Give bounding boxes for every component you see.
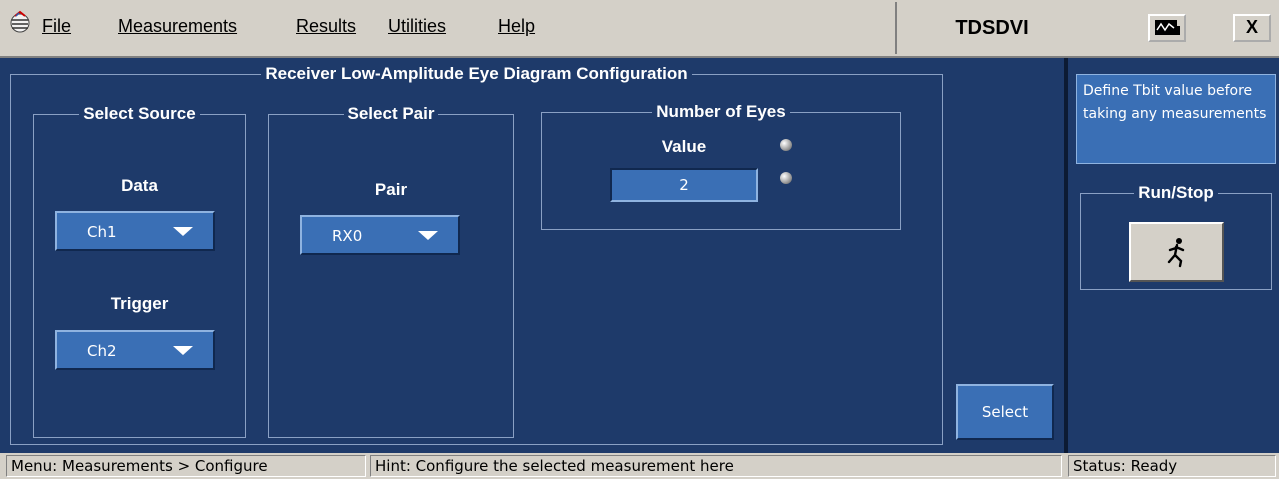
- eyes-value-field[interactable]: 2: [610, 168, 758, 202]
- chevron-down-icon: [418, 231, 438, 240]
- close-button[interactable]: X: [1233, 14, 1271, 42]
- waveform-icon: [1155, 20, 1180, 35]
- select-pair-title: Select Pair: [343, 104, 439, 123]
- data-source-dropdown[interactable]: Ch1: [55, 211, 215, 251]
- trigger-source-dropdown[interactable]: Ch2: [55, 330, 215, 370]
- menu-measurements[interactable]: Measurements: [118, 16, 237, 37]
- running-man-icon: [1167, 238, 1185, 268]
- select-source-group: Select Source: [33, 104, 246, 438]
- configuration-panel: Receiver Low-Amplitude Eye Diagram Confi…: [0, 58, 1064, 453]
- trigger-label: Trigger: [110, 294, 169, 313]
- status-bar: Menu: Measurements > Configure Hint: Con…: [0, 453, 1279, 479]
- app-logo-icon: [10, 10, 30, 33]
- app-title-text: TDSDVI: [955, 16, 1029, 39]
- data-label: Data: [121, 176, 158, 195]
- run-stop-title: Run/Stop: [1134, 183, 1218, 202]
- select-button[interactable]: Select: [956, 384, 1054, 440]
- tbit-hint: Define Tbit value before taking any meas…: [1076, 74, 1276, 164]
- pair-dropdown[interactable]: RX0: [300, 215, 460, 255]
- knob-icon[interactable]: [780, 139, 792, 151]
- scope-view-button[interactable]: [1148, 14, 1186, 42]
- number-of-eyes-title: Number of Eyes: [652, 102, 790, 121]
- menu-results[interactable]: Results: [296, 16, 356, 37]
- menu-utilities[interactable]: Utilities: [388, 16, 446, 37]
- run-stop-button[interactable]: [1129, 222, 1224, 282]
- close-icon: X: [1245, 17, 1258, 37]
- pair-value: RX0: [332, 227, 363, 245]
- status-ready: Status: Ready: [1068, 455, 1276, 477]
- chevron-down-icon: [173, 346, 193, 355]
- trigger-source-value: Ch2: [87, 342, 117, 360]
- menu-file[interactable]: File: [42, 16, 71, 37]
- value-label: Value: [661, 137, 707, 156]
- config-title: Receiver Low-Amplitude Eye Diagram Confi…: [261, 64, 692, 83]
- chevron-down-icon: [173, 227, 193, 236]
- data-source-value: Ch1: [87, 223, 117, 241]
- status-menu-path: Menu: Measurements > Configure: [6, 455, 366, 477]
- pair-label: Pair: [374, 180, 408, 199]
- app-title: TDSDVI: [895, 2, 1087, 54]
- select-pair-group: Select Pair: [268, 104, 514, 438]
- status-hint: Hint: Configure the selected measurement…: [370, 455, 1062, 477]
- menu-help[interactable]: Help: [498, 16, 535, 37]
- knob-icon[interactable]: [780, 172, 792, 184]
- menu-bar: File Measurements Results Utilities Help…: [0, 0, 1279, 58]
- select-source-title: Select Source: [79, 104, 200, 123]
